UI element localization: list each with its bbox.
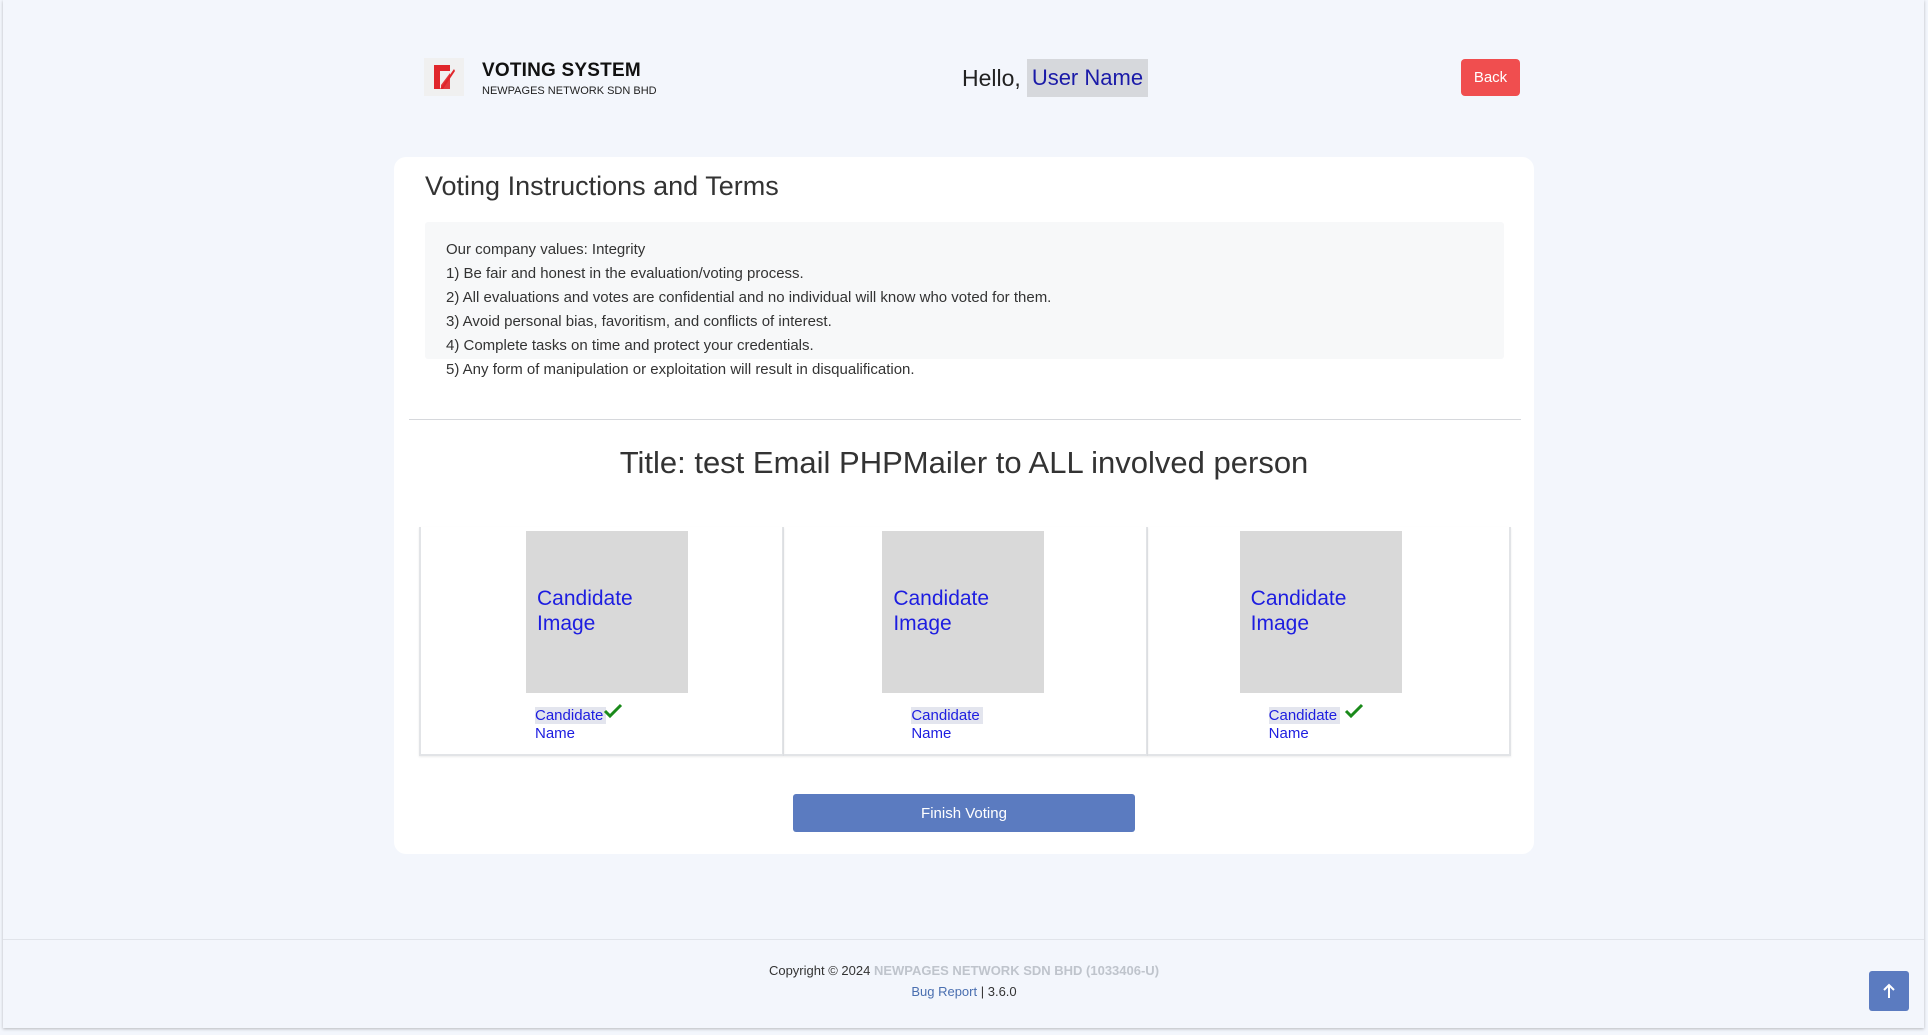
header: VOTING SYSTEM NEWPAGES NETWORK SDN BHD H…	[424, 58, 1520, 98]
greeting: Hello, User Name	[962, 58, 1149, 98]
copyright-line: Copyright © 2024 NEWPAGES NETWORK SDN BH…	[0, 960, 1928, 981]
scroll-to-top-button[interactable]	[1869, 971, 1909, 1011]
checkmark-icon	[603, 703, 623, 719]
instructions-box: Our company values: Integrity 1) Be fair…	[425, 222, 1504, 378]
candidate-card-3[interactable]: Candidate Image Candidate Name	[1147, 527, 1511, 756]
candidate-name: Candidate Name	[911, 707, 983, 743]
instruction-line: 3) Avoid personal bias, favoritism, and …	[446, 313, 832, 330]
footer-divider	[3, 939, 1924, 940]
arrow-up-icon	[1883, 983, 1895, 998]
instruction-line: 4) Complete tasks on time and protect yo…	[446, 337, 814, 354]
voting-card: Voting Instructions and Terms Our compan…	[394, 157, 1534, 854]
newpages-logo-icon	[424, 58, 464, 96]
instruction-line: 1) Be fair and honest in the evaluation/…	[446, 265, 804, 282]
vote-title: Title: test Email PHPMailer to ALL invol…	[619, 445, 1309, 480]
candidate-image[interactable]: Candidate Image	[1239, 531, 1402, 693]
candidate-name-second: Name	[1268, 725, 1309, 742]
brand: VOTING SYSTEM NEWPAGES NETWORK SDN BHD	[482, 60, 657, 98]
candidate-name: Candidate Name	[535, 707, 607, 743]
candidate-card-2[interactable]: Candidate Image Candidate Name	[784, 527, 1148, 756]
divider	[409, 419, 1521, 420]
back-button[interactable]: Back	[1461, 59, 1520, 96]
candidate-name-first: Candidate	[535, 707, 607, 724]
candidate-name-first: Candidate	[1268, 707, 1341, 724]
brand-subtitle: NEWPAGES NETWORK SDN BHD	[482, 85, 657, 97]
instructions-title: Voting Instructions and Terms	[425, 171, 779, 201]
version-text: 3.6.0	[987, 984, 1017, 999]
checkmark-icon	[1344, 703, 1363, 719]
bug-report-link[interactable]: Bug Report	[911, 984, 977, 999]
candidate-list: Candidate Image Candidate Name Candidate…	[419, 527, 1511, 756]
candidate-name-second: Name	[535, 725, 576, 742]
finish-voting-button[interactable]: Finish Voting	[793, 794, 1135, 832]
candidate-image[interactable]: Candidate Image	[526, 531, 688, 693]
candidate-image[interactable]: Candidate Image	[882, 531, 1045, 693]
candidate-name-first: Candidate	[911, 707, 983, 724]
instruction-line: 5) Any form of manipulation or exploitat…	[446, 361, 915, 378]
instruction-line: 2) All evaluations and votes are confide…	[446, 289, 1052, 306]
user-name: User Name	[1026, 59, 1149, 97]
footer-links: Bug Report | 3.6.0	[0, 981, 1928, 1002]
footer: Copyright © 2024 NEWPAGES NETWORK SDN BH…	[0, 960, 1928, 1002]
candidate-card-1[interactable]: Candidate Image Candidate Name	[419, 527, 785, 756]
footer-separator: |	[980, 984, 985, 999]
candidate-name: Candidate Name	[1268, 707, 1341, 743]
candidate-name-second: Name	[911, 725, 952, 742]
copyright-text: Copyright © 2024	[768, 963, 871, 978]
instruction-line: Our company values: Integrity	[446, 241, 646, 258]
hello-label: Hello,	[962, 64, 1021, 91]
company-name: NEWPAGES NETWORK SDN BHD (1033406-U)	[873, 963, 1160, 978]
brand-title: VOTING SYSTEM	[482, 60, 641, 81]
